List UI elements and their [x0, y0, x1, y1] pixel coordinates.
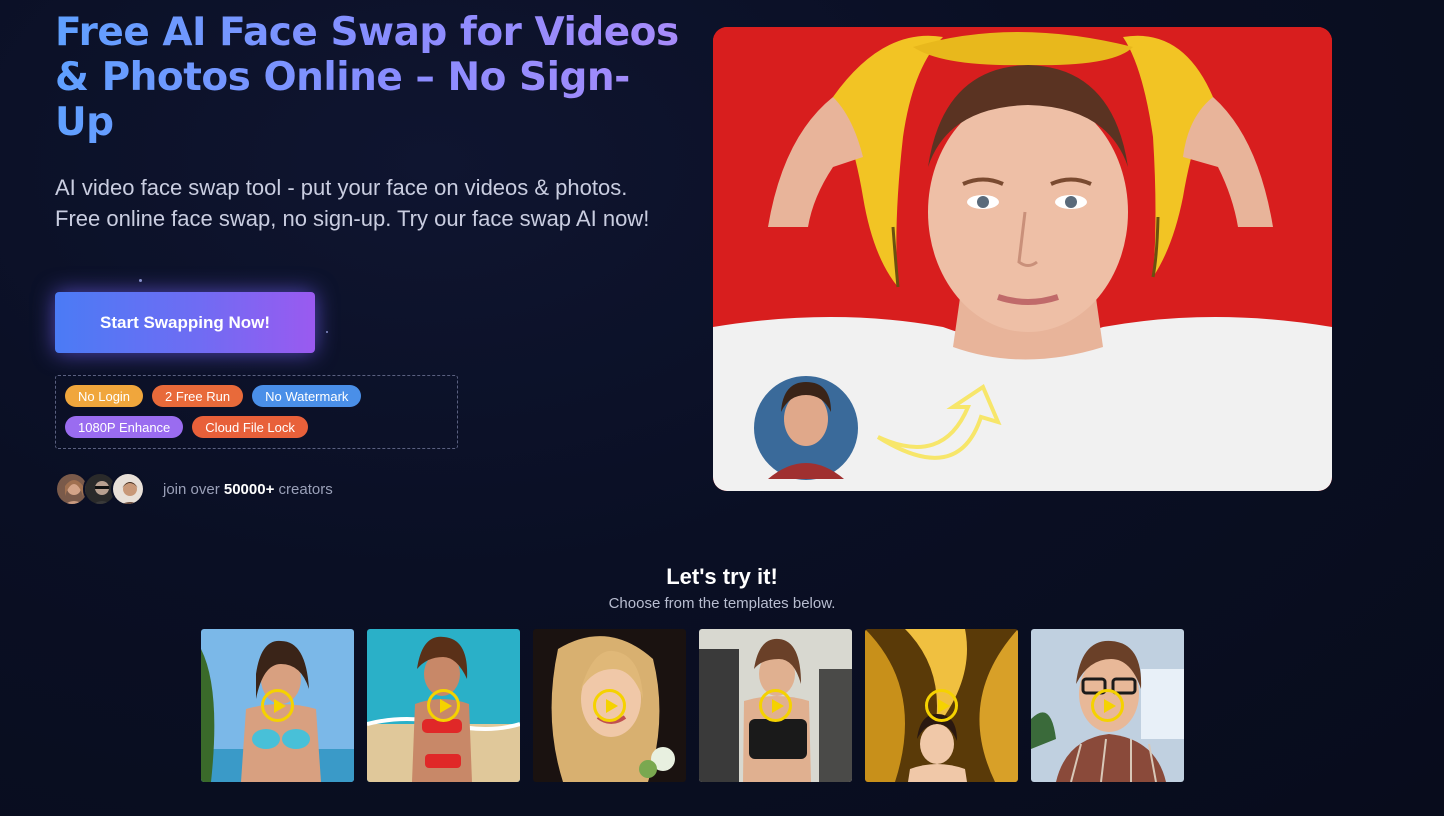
hero-subtitle: AI video face swap tool - put your face …: [55, 175, 650, 231]
play-icon[interactable]: [1091, 689, 1124, 722]
badge-free-run: 2 Free Run: [152, 385, 244, 407]
template-card[interactable]: [201, 629, 354, 782]
template-card[interactable]: [533, 629, 686, 782]
templates-title: Let's try it!: [666, 564, 778, 589]
play-icon[interactable]: [593, 689, 626, 722]
avatar: [111, 472, 145, 506]
badge-cloud-file-lock: Cloud File Lock: [192, 416, 308, 438]
template-card[interactable]: [699, 629, 852, 782]
sparkle-dot: [139, 279, 142, 282]
template-list: [201, 629, 1184, 782]
play-icon[interactable]: [759, 689, 792, 722]
hero-text: Free AI Face Swap for Videos & Photos On…: [55, 10, 685, 234]
creators-social-proof: join over 50000+ creators: [55, 472, 333, 506]
template-card[interactable]: [1031, 629, 1184, 782]
badge-no-watermark: No Watermark: [252, 385, 362, 407]
play-icon[interactable]: [925, 689, 958, 722]
badge-1080p-enhance: 1080P Enhance: [65, 416, 184, 438]
badge-no-login: No Login: [65, 385, 144, 407]
template-card[interactable]: [865, 629, 1018, 782]
page-title: Free AI Face Swap for Videos & Photos On…: [55, 10, 685, 145]
template-card[interactable]: [367, 629, 520, 782]
play-icon[interactable]: [427, 689, 460, 722]
feature-badges: No Login 2 Free Run No Watermark 1080P E…: [55, 375, 458, 449]
play-icon[interactable]: [261, 689, 294, 722]
start-swapping-button[interactable]: Start Swapping Now!: [55, 292, 315, 353]
templates-subtitle: Choose from the templates below.: [608, 595, 836, 612]
creators-count-text: join over 50000+ creators: [163, 480, 333, 498]
face-swap-demo-image: [713, 27, 1332, 491]
sparkle-dot: [326, 331, 328, 333]
